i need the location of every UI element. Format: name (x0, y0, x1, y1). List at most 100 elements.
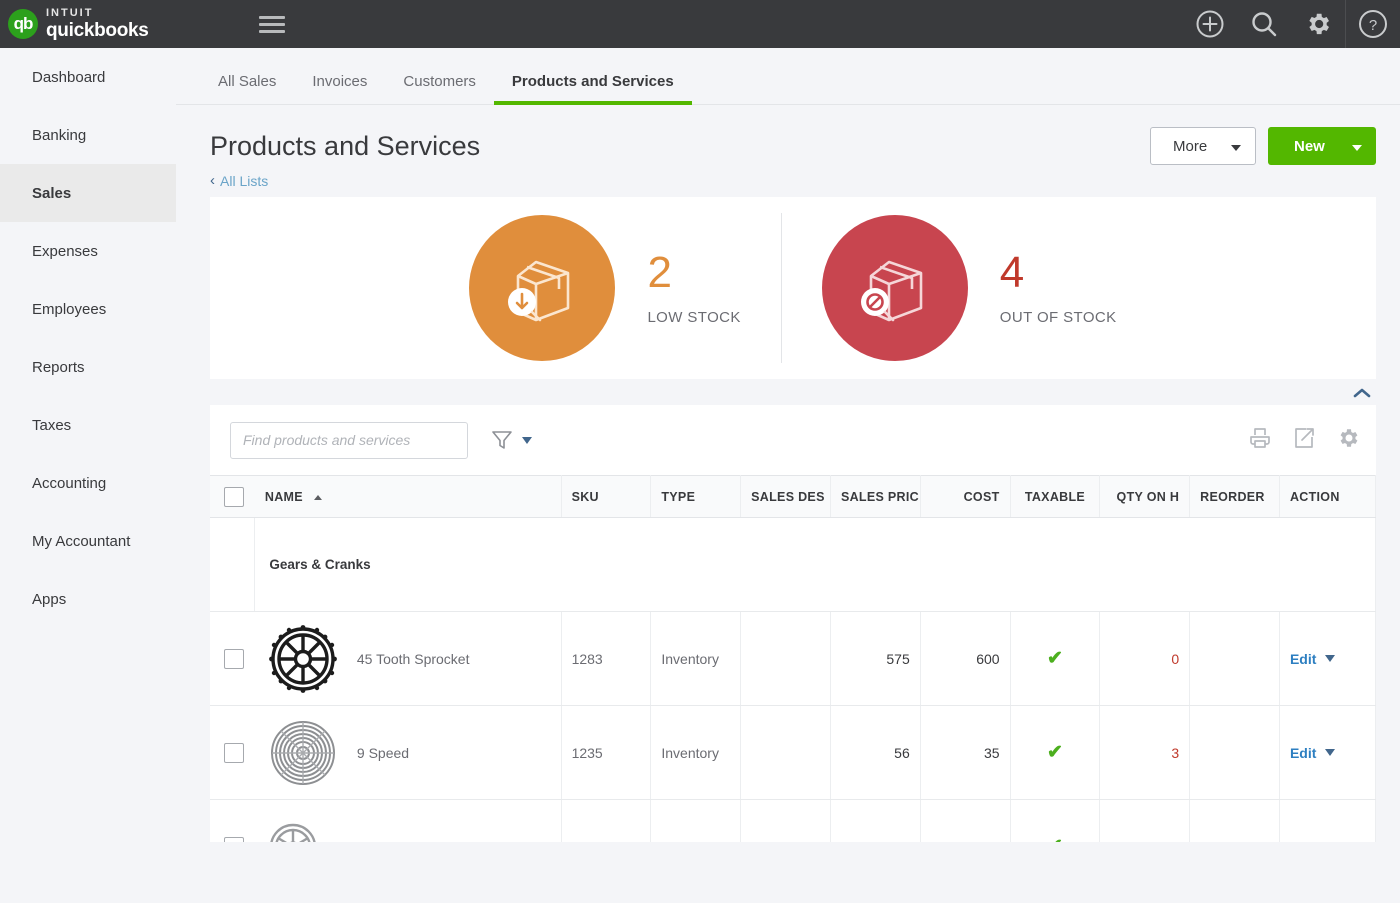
new-button[interactable]: New (1268, 127, 1376, 165)
edit-label: Edit (1290, 651, 1316, 667)
plus-icon[interactable] (1183, 0, 1237, 48)
products-table-card: NAME SKU TYPE SALES DES SALES PRIC (210, 405, 1376, 842)
column-label: SALES DES (751, 490, 825, 504)
sidebar-item-label: My Accountant (32, 533, 130, 550)
all-lists-back-link[interactable]: ‹ All Lists (210, 172, 268, 189)
column-header-sales-price[interactable]: SALES PRIC (830, 476, 920, 518)
sidebar-item-apps[interactable]: Apps (0, 570, 176, 628)
cell-taxable: ✔ (1010, 706, 1100, 800)
search-input[interactable] (230, 422, 468, 459)
edit-button[interactable]: Edit (1290, 745, 1335, 761)
hamburger-bar (259, 23, 285, 26)
select-all-checkbox[interactable] (224, 487, 244, 507)
column-label: REORDER (1200, 490, 1265, 504)
sidebar-item-my-accountant[interactable]: My Accountant (0, 512, 176, 570)
edit-label: Edit (1290, 839, 1316, 843)
sidebar-item-sales[interactable]: Sales (0, 164, 176, 222)
column-header-reorder[interactable]: REORDER (1190, 476, 1280, 518)
sidebar-item-accounting[interactable]: Accounting (0, 454, 176, 512)
sidebar-item-employees[interactable]: Employees (0, 280, 176, 338)
sidebar-item-banking[interactable]: Banking (0, 106, 176, 164)
qty-value: 3 (1171, 745, 1179, 761)
tab-products-and-services[interactable]: Products and Services (494, 73, 692, 104)
qty-value: 0 (1171, 651, 1179, 667)
qty-value: 0 (1171, 839, 1179, 843)
print-icon[interactable] (1248, 426, 1272, 455)
edit-button[interactable]: Edit (1290, 839, 1335, 843)
sprocket-icon (265, 621, 341, 697)
hamburger-menu-icon[interactable] (259, 12, 285, 37)
chevron-down-icon (1325, 749, 1335, 756)
out-of-stock-block[interactable]: 4 OUT OF STOCK (822, 215, 1117, 361)
cell-sales-description (741, 706, 831, 800)
hamburger-bar (259, 30, 285, 33)
main-content: All Sales Invoices Customers Products an… (176, 48, 1400, 903)
column-label: SALES PRIC (841, 490, 919, 504)
help-icon[interactable]: ? (1346, 0, 1400, 48)
sidebar: Dashboard Banking Sales Expenses Employe… (0, 48, 176, 903)
checkmark-icon: ✔ (1047, 742, 1063, 763)
sidebar-item-reports[interactable]: Reports (0, 338, 176, 396)
sidebar-item-label: Reports (32, 359, 85, 376)
brand-text: INTUIT quickbooks (46, 8, 149, 40)
row-checkbox[interactable] (224, 649, 244, 669)
out-of-stock-label: OUT OF STOCK (1000, 309, 1117, 326)
filter-button[interactable] (490, 428, 532, 452)
top-bar: qb INTUIT quickbooks (0, 0, 1400, 48)
cell-sku: 1236 (561, 800, 651, 843)
column-header-qty-on-hand[interactable]: QTY ON H (1100, 476, 1190, 518)
column-label: SKU (572, 490, 599, 504)
sidebar-item-dashboard[interactable]: Dashboard (0, 48, 176, 106)
sidebar-item-taxes[interactable]: Taxes (0, 396, 176, 454)
column-header-type[interactable]: TYPE (651, 476, 741, 518)
cell-sales-description (741, 612, 831, 706)
cell-name: 9 Speed (255, 706, 561, 800)
table-row[interactable]: 9 Speed 1235 Inventory 56 35 ✔ 3 (210, 706, 1376, 800)
all-lists-label: All Lists (220, 173, 268, 189)
collapse-panel-chevron-icon[interactable] (1352, 385, 1372, 405)
checkmark-icon: ✔ (1047, 836, 1063, 842)
cell-taxable: ✔ (1010, 800, 1100, 843)
row-checkbox[interactable] (224, 837, 244, 843)
cell-cost: 600 (920, 612, 1010, 706)
group-spacer (210, 518, 255, 612)
cell-sku: 1235 (561, 706, 651, 800)
row-checkbox[interactable] (224, 743, 244, 763)
cell-type: Inventory (651, 800, 741, 843)
sidebar-item-label: Dashboard (32, 69, 105, 86)
tab-all-sales[interactable]: All Sales (200, 73, 294, 104)
table-row[interactable]: Alloy Single Speed 1236 Inventory 1,000 … (210, 800, 1376, 843)
chevron-down-icon (1325, 655, 1335, 662)
column-header-cost[interactable]: COST (920, 476, 1010, 518)
sidebar-item-expenses[interactable]: Expenses (0, 222, 176, 280)
column-header-taxable[interactable]: TAXABLE (1010, 476, 1100, 518)
column-header-action[interactable]: ACTION (1279, 476, 1375, 518)
out-of-stock-box-icon (822, 215, 968, 361)
column-label: NAME (265, 490, 303, 504)
table-settings-gear-icon[interactable] (1336, 426, 1360, 455)
cell-sales-description (741, 800, 831, 843)
cell-reorder (1190, 800, 1280, 843)
page-header: Products and Services ‹ All Lists More N… (176, 105, 1400, 197)
edit-button[interactable]: Edit (1290, 651, 1335, 667)
cell-qty-on-hand: 0 (1100, 612, 1190, 706)
more-button[interactable]: More (1150, 127, 1256, 165)
column-header-sales-description[interactable]: SALES DES (741, 476, 831, 518)
column-header-name[interactable]: NAME (255, 476, 561, 518)
tab-invoices[interactable]: Invoices (294, 73, 385, 104)
table-row[interactable]: 45 Tooth Sprocket 1283 Inventory 575 600… (210, 612, 1376, 706)
export-icon[interactable] (1292, 426, 1316, 455)
tab-customers[interactable]: Customers (385, 73, 494, 104)
brand-logo[interactable]: qb INTUIT quickbooks (8, 8, 149, 40)
column-label: ACTION (1290, 490, 1340, 504)
column-header-sku[interactable]: SKU (561, 476, 651, 518)
checkmark-icon: ✔ (1047, 648, 1063, 669)
gear-icon[interactable] (1291, 0, 1345, 48)
column-label: COST (964, 490, 1000, 504)
table-header-row: NAME SKU TYPE SALES DES SALES PRIC (210, 476, 1376, 518)
sort-ascending-icon (314, 495, 322, 500)
search-icon[interactable] (1237, 0, 1291, 48)
tab-label: Products and Services (512, 73, 674, 90)
low-stock-block[interactable]: 2 LOW STOCK (469, 215, 740, 361)
sidebar-item-label: Banking (32, 127, 86, 144)
